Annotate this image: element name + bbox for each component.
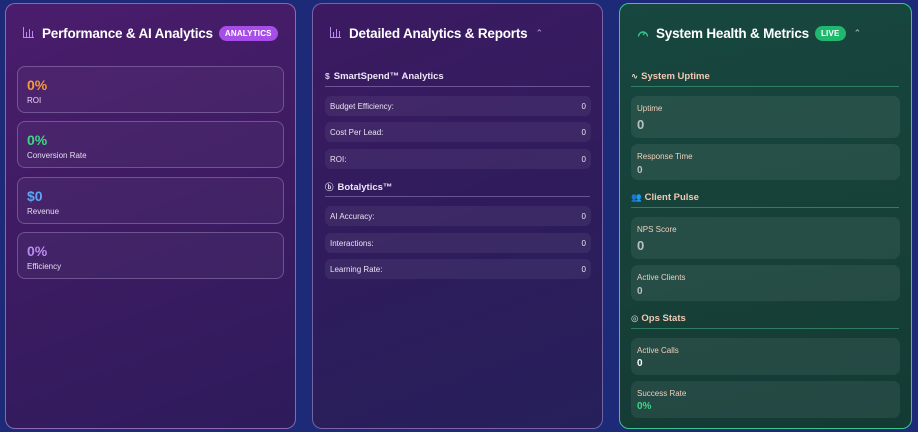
detailed-analytics-panel: Detailed Analytics & Reports ⌃ $ SmartSpe… (312, 3, 603, 429)
metric-value: $0 (27, 188, 43, 204)
activity-icon: ∿ (631, 71, 639, 81)
section-smartspend: $ SmartSpend™ Analytics (325, 71, 590, 87)
metric-label: Conversion Rate (27, 151, 87, 160)
row-label: Budget Efficiency: (330, 101, 394, 111)
metric-label: ROI (27, 96, 42, 105)
section-botalytics: ⓑ Botalytics™ (325, 181, 590, 197)
row-label: Cost Per Lead: (330, 127, 384, 137)
metric-nps-score: NPS Score 0 (631, 217, 900, 259)
metric-label: Revenue (27, 207, 60, 216)
metric-card-revenue[interactable]: $0 Revenue (17, 177, 284, 224)
row-value: 0 (581, 238, 586, 248)
metric-label: Active Clients (637, 273, 686, 282)
row-budget-efficiency: Budget Efficiency: 0 (325, 96, 591, 116)
panel-title: Detailed Analytics & Reports (349, 25, 528, 41)
row-roi: ROI: 0 (325, 149, 591, 169)
row-value: 0 (581, 211, 586, 221)
panel-title: Performance & AI Analytics (42, 25, 213, 41)
metric-value: 0 (637, 286, 643, 297)
detailed-header[interactable]: Detailed Analytics & Reports ⌃ (313, 22, 602, 44)
metric-value: 0 (637, 165, 643, 176)
live-badge: LIVE (814, 25, 846, 41)
performance-header: Performance & AI Analytics ANALYTICS (6, 22, 295, 44)
metric-value: 0% (27, 132, 48, 148)
row-value: 0 (581, 154, 586, 164)
performance-panel: Performance & AI Analytics ANALYTICS 0% … (5, 3, 296, 429)
metric-uptime: Uptime 0 (631, 96, 900, 138)
target-icon: ◎ (631, 313, 639, 323)
row-label: AI Accuracy: (330, 211, 375, 221)
row-value: 0 (581, 127, 586, 137)
row-label: Learning Rate: (330, 264, 383, 274)
row-label: Interactions: (330, 238, 374, 248)
section-title: SmartSpend™ Analytics (333, 71, 444, 82)
health-header[interactable]: System Health & Metrics LIVE ⌃ (620, 22, 911, 44)
metric-value: 0 (637, 358, 643, 369)
row-interactions: Interactions: 0 (325, 233, 591, 253)
metric-success-rate: Success Rate 0% (631, 381, 900, 418)
metric-response-time: Response Time 0 (631, 144, 900, 180)
metric-active-calls: Active Calls 0 (631, 338, 900, 375)
bot-icon: ⓑ (325, 182, 334, 192)
row-ai-accuracy: AI Accuracy: 0 (325, 206, 591, 226)
row-value: 0 (581, 101, 586, 111)
metric-label: Success Rate (637, 389, 687, 398)
metric-label: Active Calls (637, 346, 679, 355)
gauge-icon (637, 27, 649, 39)
metric-label: Uptime (637, 104, 663, 113)
row-value: 0 (581, 264, 586, 274)
section-client-pulse: 👥 Client Pulse (631, 192, 899, 208)
metric-value: 0 (637, 238, 645, 253)
chevron-up-icon[interactable]: ⌃ (535, 28, 543, 39)
dollar-icon: $ (325, 71, 330, 81)
metric-value: 0% (27, 77, 48, 93)
metric-label: Efficiency (27, 262, 62, 271)
metric-label: NPS Score (637, 225, 677, 234)
metric-value: 0 (637, 117, 645, 132)
section-title: System Uptime (641, 71, 710, 82)
metric-card-efficiency[interactable]: 0% Efficiency (17, 232, 284, 279)
bar-chart-icon (330, 27, 342, 39)
panel-title: System Health & Metrics (656, 25, 809, 41)
row-label: ROI: (330, 154, 347, 164)
analytics-badge: ANALYTICS (218, 25, 278, 41)
users-icon: 👥 (631, 192, 642, 202)
section-ops-stats: ◎ Ops Stats (631, 313, 899, 329)
metric-active-clients: Active Clients 0 (631, 265, 900, 301)
section-system-uptime: ∿ System Uptime (631, 71, 899, 87)
metric-card-roi[interactable]: 0% ROI (17, 66, 284, 113)
metric-value: 0% (637, 401, 652, 412)
row-cost-per-lead: Cost Per Lead: 0 (325, 122, 591, 142)
metric-label: Response Time (637, 152, 693, 161)
row-learning-rate: Learning Rate: 0 (325, 259, 591, 279)
system-health-panel: System Health & Metrics LIVE ⌃ ∿ System U… (619, 3, 912, 429)
metric-value: 0% (27, 243, 48, 259)
chevron-up-icon[interactable]: ⌃ (854, 28, 862, 39)
section-title: Botalytics™ (337, 182, 393, 193)
metric-card-conversion-rate[interactable]: 0% Conversion Rate (17, 121, 284, 168)
section-title: Client Pulse (644, 192, 699, 203)
bar-chart-icon (23, 27, 35, 39)
section-title: Ops Stats (641, 313, 686, 324)
